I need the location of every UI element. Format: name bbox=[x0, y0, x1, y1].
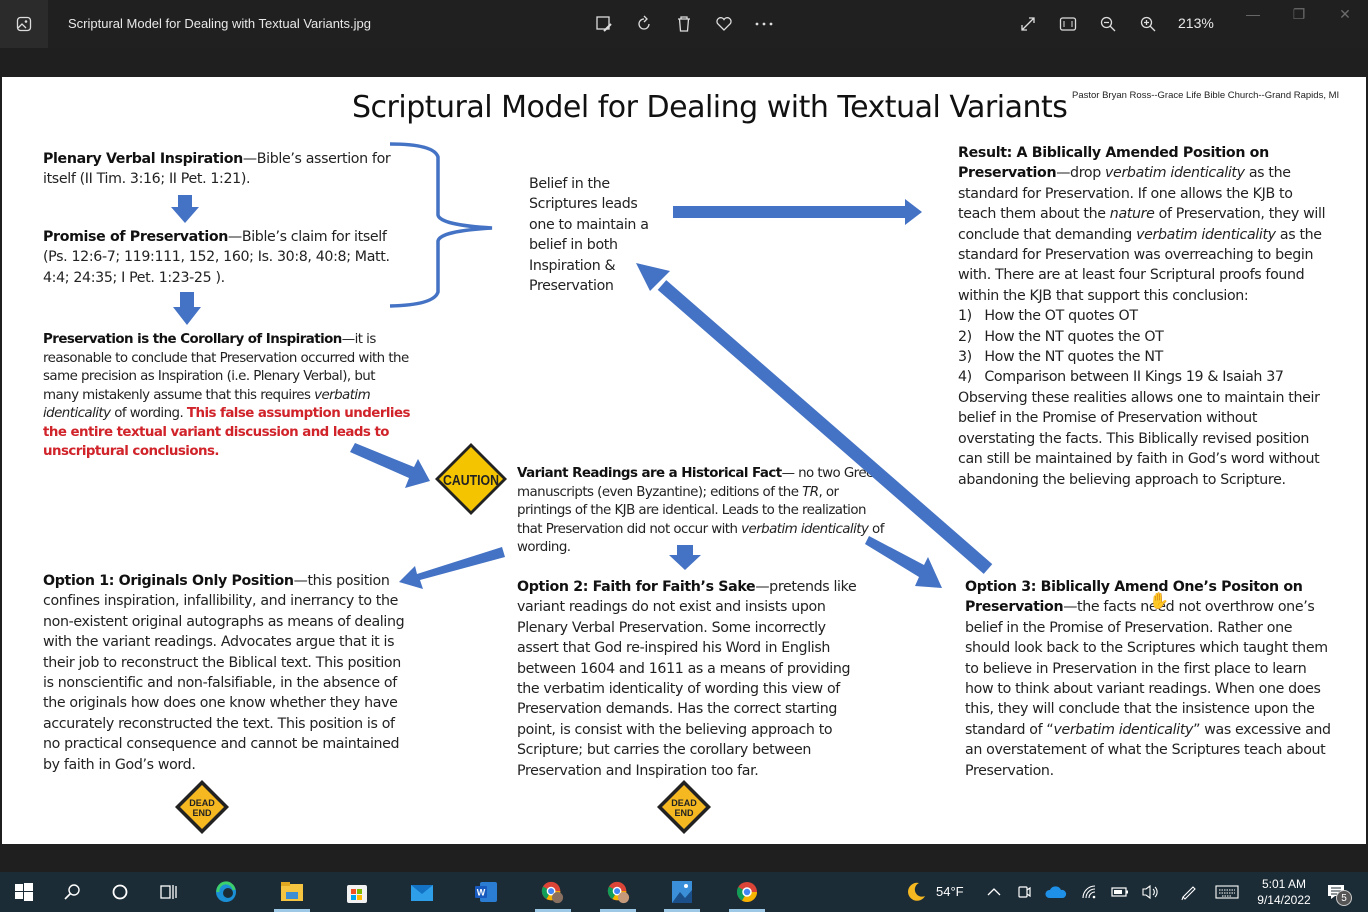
corollary-box: Preservation is the Corollary of Inspira… bbox=[43, 331, 413, 461]
option-1-box: Option 1: Originals Only Position—this p… bbox=[43, 571, 413, 775]
dead-end-sign-icon: DEAD END bbox=[656, 779, 712, 840]
edge-icon[interactable] bbox=[214, 880, 238, 904]
option-3-italic: verbatim identicality bbox=[1053, 721, 1194, 738]
zoom-in-icon[interactable] bbox=[1136, 12, 1160, 36]
weather-temperature[interactable]: 54°F bbox=[936, 884, 964, 899]
belief-box: Belief in the Scriptures leads one to ma… bbox=[529, 176, 649, 295]
delete-icon[interactable] bbox=[672, 12, 696, 36]
title-bar: Scriptural Model for Dealing with Textua… bbox=[0, 0, 1368, 48]
zoom-level[interactable]: 213% bbox=[1178, 15, 1214, 31]
mail-icon[interactable] bbox=[410, 880, 434, 904]
option-2-heading: Option 2: Faith for Faith’s Sake bbox=[517, 579, 756, 595]
corollary-body-2: of wording. bbox=[110, 406, 187, 422]
chrome-icon[interactable] bbox=[735, 880, 759, 904]
inspiration-box: Plenary Verbal Inspiration—Bible’s asser… bbox=[43, 149, 403, 190]
proof-item: 1) How the OT quotes OT bbox=[958, 308, 1138, 325]
weather-moon-icon[interactable] bbox=[904, 880, 928, 904]
meet-now-icon[interactable] bbox=[1012, 880, 1036, 904]
zoom-out-icon[interactable] bbox=[1096, 12, 1120, 36]
taskbar: W 54°F 5:01 AM 9/14/2022 5 bbox=[0, 872, 1368, 912]
clock-time: 5:01 AM bbox=[1261, 877, 1307, 891]
option-1-arrow-icon bbox=[399, 547, 505, 589]
slide-title: Scriptural Model for Dealing with Textua… bbox=[352, 90, 1068, 125]
dead-end-sign-icon: DEAD END bbox=[174, 779, 230, 840]
cortana-icon[interactable] bbox=[108, 880, 132, 904]
down-arrow-icon bbox=[171, 195, 199, 223]
clock[interactable]: 5:01 AM 9/14/2022 bbox=[1252, 876, 1316, 908]
option-1-body: —this position confines inspiration, inf… bbox=[43, 573, 405, 773]
svg-text:END: END bbox=[192, 808, 212, 818]
hand-cursor-icon: ✋ bbox=[1149, 593, 1169, 610]
favorite-icon[interactable] bbox=[712, 12, 736, 36]
minimize-button[interactable]: — bbox=[1238, 6, 1268, 26]
touch-keyboard-icon[interactable] bbox=[1215, 880, 1239, 904]
fullscreen-icon[interactable] bbox=[1016, 12, 1040, 36]
search-icon[interactable] bbox=[60, 880, 84, 904]
option-2-body: —pretends like variant readings do not e… bbox=[517, 579, 857, 779]
pen-icon[interactable] bbox=[1176, 880, 1200, 904]
preservation-promise-box: Promise of Preservation—Bible’s claim fo… bbox=[43, 227, 413, 288]
variant-fact-heading: Variant Readings are a Historical Fact bbox=[517, 466, 782, 481]
option-1-heading: Option 1: Originals Only Position bbox=[43, 573, 294, 589]
clock-date: 9/14/2022 bbox=[1257, 893, 1311, 907]
variant-fact-box: Variant Readings are a Historical Fact— … bbox=[517, 465, 887, 558]
right-arrow-icon bbox=[673, 199, 922, 225]
chevron-up-icon[interactable] bbox=[982, 880, 1006, 904]
proof-item: 3) How the NT quotes the NT bbox=[958, 349, 1163, 366]
task-view-icon[interactable] bbox=[156, 880, 180, 904]
photos-icon[interactable] bbox=[670, 880, 694, 904]
tr-italic: TR bbox=[802, 484, 819, 500]
chrome-profile-icon[interactable] bbox=[540, 880, 564, 904]
caution-sign-text: CAUTION bbox=[443, 472, 499, 488]
battery-icon[interactable] bbox=[1108, 880, 1132, 904]
notification-count: 5 bbox=[1336, 890, 1352, 906]
file-name: Scriptural Model for Dealing with Textua… bbox=[68, 16, 371, 31]
onedrive-icon[interactable] bbox=[1044, 880, 1068, 904]
result-text-1: —drop bbox=[1056, 165, 1106, 182]
result-italic-1: verbatim identicality bbox=[1105, 165, 1245, 182]
caution-sign-icon: CAUTION bbox=[433, 441, 509, 522]
svg-text:END: END bbox=[674, 808, 694, 818]
preservation-promise-heading: Promise of Preservation bbox=[43, 229, 228, 245]
wifi-icon[interactable] bbox=[1077, 880, 1101, 904]
chrome-profile-icon[interactable] bbox=[606, 880, 630, 904]
slide-image: Scriptural Model for Dealing with Textua… bbox=[2, 77, 1366, 844]
result-box: Result: A Biblically Amended Position on… bbox=[958, 143, 1328, 490]
author-credit: Pastor Bryan Ross--Grace Life Bible Chur… bbox=[1072, 90, 1340, 101]
proof-item: 2) How the NT quotes the OT bbox=[958, 328, 1164, 345]
result-italic-3: verbatim identicality bbox=[1136, 226, 1276, 243]
rotate-icon[interactable] bbox=[632, 12, 656, 36]
start-icon[interactable] bbox=[12, 880, 36, 904]
store-icon[interactable] bbox=[345, 880, 369, 904]
result-italic-2: nature bbox=[1109, 206, 1155, 223]
variant-fact-italic: verbatim identicality bbox=[741, 521, 869, 537]
fit-to-window-icon[interactable] bbox=[1056, 12, 1080, 36]
option-2-box: Option 2: Faith for Faith’s Sake—pretend… bbox=[517, 577, 862, 781]
file-explorer-icon[interactable] bbox=[280, 880, 304, 904]
volume-icon[interactable] bbox=[1138, 880, 1162, 904]
corollary-heading: Preservation is the Corollary of Inspira… bbox=[43, 332, 342, 347]
photos-app-icon[interactable] bbox=[0, 0, 48, 48]
close-button[interactable]: ✕ bbox=[1330, 6, 1360, 26]
svg-text:W: W bbox=[477, 888, 486, 898]
restore-button[interactable]: ❐ bbox=[1284, 6, 1314, 26]
proof-item: 4) Comparison between II Kings 19 & Isai… bbox=[958, 369, 1284, 386]
proof-list: 1) How the OT quotes OT 2) How the NT qu… bbox=[958, 306, 1328, 388]
inspiration-heading: Plenary Verbal Inspiration bbox=[43, 151, 243, 167]
more-icon[interactable] bbox=[752, 12, 776, 36]
down-arrow-icon bbox=[173, 292, 201, 325]
word-icon[interactable]: W bbox=[474, 880, 498, 904]
svg-text:DEAD: DEAD bbox=[671, 798, 697, 808]
edit-image-icon[interactable] bbox=[592, 12, 616, 36]
option-3-body: —the facts need not overthrow one’s beli… bbox=[965, 599, 1328, 738]
svg-text:DEAD: DEAD bbox=[189, 798, 215, 808]
result-closing: Observing these realities allows one to … bbox=[958, 389, 1320, 488]
